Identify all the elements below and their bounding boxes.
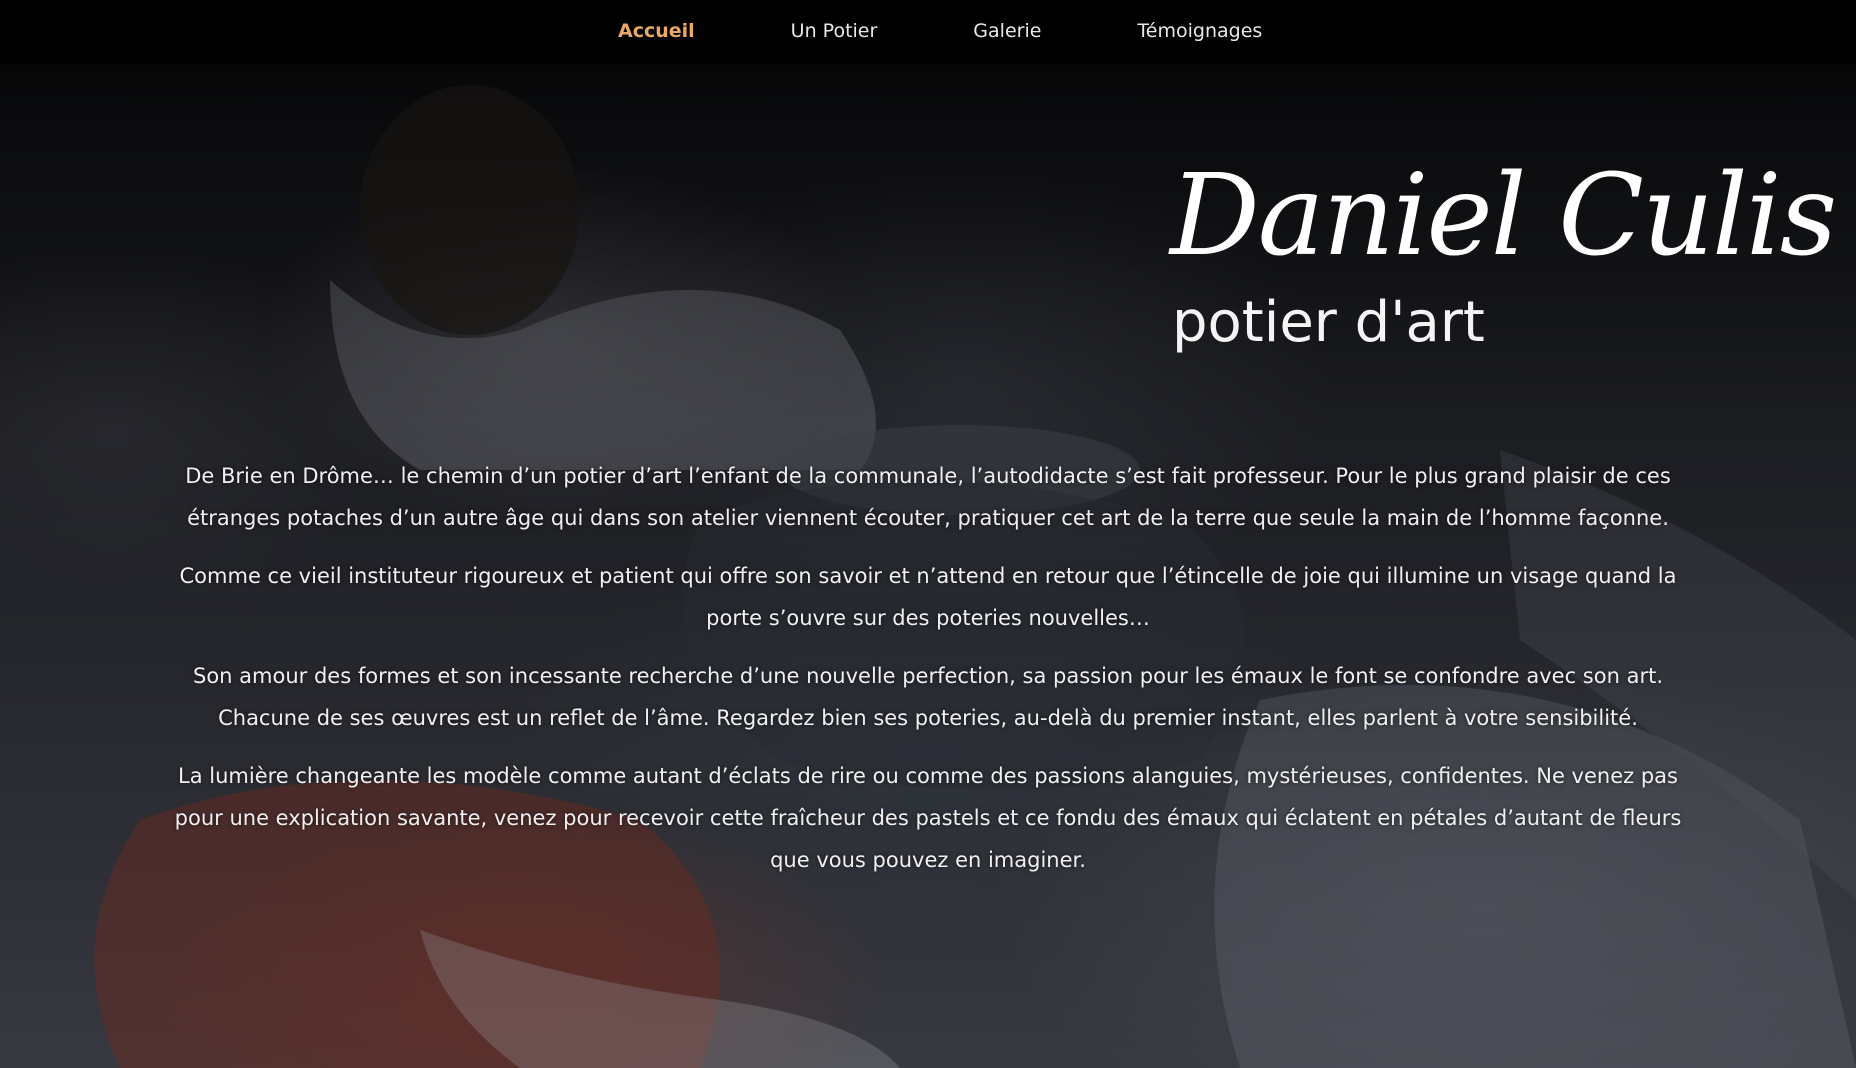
intro-paragraph-3: Son amour des formes et son incessante r…: [193, 664, 1663, 730]
intro-text: De Brie en Drôme… le chemin d’un potier …: [160, 455, 1696, 897]
intro-paragraph-4: La lumière changeante les modèle comme a…: [174, 764, 1682, 872]
hero-title-block: Daniel Culis potier d'art: [1170, 151, 1837, 355]
nav-item-accueil[interactable]: Accueil: [618, 20, 695, 42]
nav-item-galerie[interactable]: Galerie: [973, 20, 1041, 42]
nav-menu: Accueil Un Potier Galerie Témoignages: [618, 20, 1262, 42]
nav-item-temoignages[interactable]: Témoignages: [1137, 20, 1262, 42]
site-name: Daniel Culis: [1170, 151, 1837, 281]
nav-item-un-potier[interactable]: Un Potier: [791, 20, 878, 42]
site-subtitle: potier d'art: [1172, 290, 1485, 355]
top-navigation: Accueil Un Potier Galerie Témoignages: [0, 0, 1856, 64]
intro-paragraph-1: De Brie en Drôme… le chemin d’un potier …: [185, 464, 1671, 530]
intro-paragraph-2: Comme ce vieil instituteur rigoureux et …: [179, 564, 1677, 630]
